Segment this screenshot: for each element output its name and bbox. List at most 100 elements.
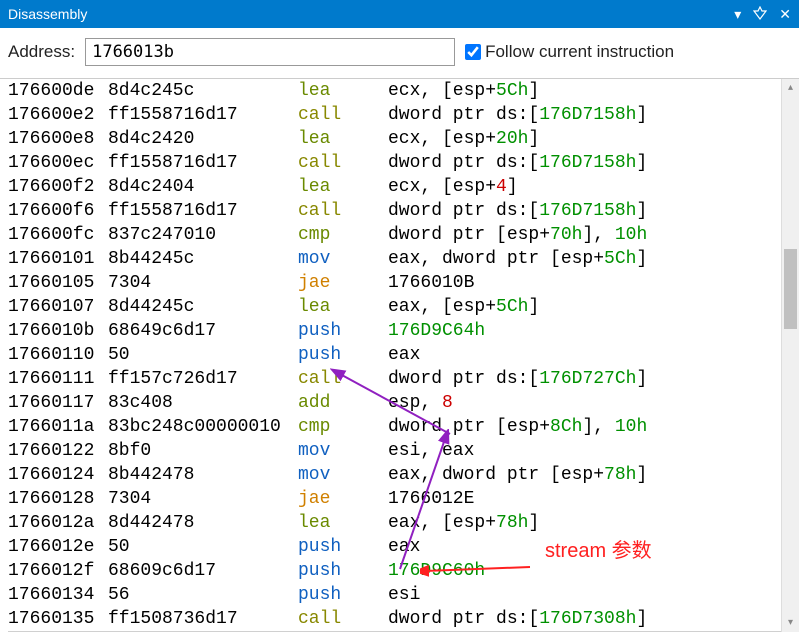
scroll-down-button[interactable]: ▾ [782,614,799,632]
bytes-cell: 8b44245c [108,247,298,271]
address-cell: 176600f6 [8,199,108,223]
address-cell: 17660117 [8,391,108,415]
bytes-cell: 8d4c245c [108,79,298,103]
bytes-cell: 68609c6d17 [108,559,298,583]
disasm-row[interactable]: 176601018b44245cmoveax, dword ptr [esp+5… [8,247,799,271]
disasm-row[interactable]: 1766011050pusheax [8,343,799,367]
disasm-row[interactable]: 176601057304jae1766010B [8,271,799,295]
mnemonic-cell: push [298,535,388,559]
titlebar: Disassembly ▾ ✕ [0,0,799,28]
operands-cell: 176D9C64h [388,319,799,343]
disasm-row[interactable]: 176600f28d4c2404leaecx, [esp+4] [8,175,799,199]
bytes-cell: ff1558716d17 [108,199,298,223]
vertical-scrollbar[interactable]: ▴ ▾ [781,79,799,632]
disasm-row[interactable]: 176601248b442478moveax, dword ptr [esp+7… [8,463,799,487]
operands-cell: esi, eax [388,439,799,463]
bytes-cell: ff1508736d17 [108,607,298,631]
disasm-row[interactable]: 1766013b8b8424a4000000moveax, dword ptr … [8,631,799,632]
address-cell: 17660128 [8,487,108,511]
mnemonic-cell: lea [298,175,388,199]
follow-checkbox-group[interactable]: Follow current instruction [465,42,674,62]
bytes-cell: 8b442478 [108,463,298,487]
disasm-row[interactable]: 176601078d44245cleaeax, [esp+5Ch] [8,295,799,319]
operands-cell: eax, dword ptr [esp+5Ch] [388,247,799,271]
mnemonic-cell: jae [298,487,388,511]
disasm-row[interactable]: 176600e2ff1558716d17calldword ptr ds:[17… [8,103,799,127]
mnemonic-cell: call [298,199,388,223]
address-cell: 17660134 [8,583,108,607]
toolbar: Address: Follow current instruction [0,28,799,79]
bytes-cell: 8d442478 [108,511,298,535]
disasm-row[interactable]: 1766011783c408addesp, 8 [8,391,799,415]
bytes-cell: 837c247010 [108,223,298,247]
address-label: Address: [8,42,75,62]
address-cell: 17660107 [8,295,108,319]
address-cell: 1766010b [8,319,108,343]
bytes-cell: 50 [108,535,298,559]
operands-cell: 1766010B [388,271,799,295]
disasm-row[interactable]: 1766011a83bc248c00000010cmpdword ptr [es… [8,415,799,439]
close-icon[interactable]: ✕ [779,6,791,23]
mnemonic-cell: cmp [298,415,388,439]
operands-cell: dword ptr ds:[176D7158h] [388,151,799,175]
mnemonic-cell: lea [298,127,388,151]
address-cell: 1766013b [8,631,108,632]
disasm-row[interactable]: 1766012f68609c6d17push176D9C60h [8,559,799,583]
disasm-row[interactable]: 1766010b68649c6d17push176D9C64h [8,319,799,343]
bytes-cell: 7304 [108,271,298,295]
mnemonic-cell: push [298,319,388,343]
disassembly-listing[interactable]: 176600de8d4c245cleaecx, [esp+5Ch]176600e… [0,79,799,632]
disasm-row[interactable]: 1766012a8d442478leaeax, [esp+78h] [8,511,799,535]
disasm-row[interactable]: 1766013456pushesi [8,583,799,607]
mnemonic-cell: add [298,391,388,415]
address-cell: 17660110 [8,343,108,367]
address-cell: 176600e2 [8,103,108,127]
scroll-thumb[interactable] [784,249,797,329]
disasm-row[interactable]: 176600de8d4c245cleaecx, [esp+5Ch] [8,79,799,103]
disasm-row[interactable]: 176600e88d4c2420leaecx, [esp+20h] [8,127,799,151]
bytes-cell: ff1558716d17 [108,103,298,127]
operands-cell: eax [388,535,799,559]
operands-cell: ecx, [esp+20h] [388,127,799,151]
bytes-cell: 83c408 [108,391,298,415]
disasm-row[interactable]: 176600fc837c247010cmpdword ptr [esp+70h]… [8,223,799,247]
mnemonic-cell: call [298,607,388,631]
dropdown-icon[interactable]: ▾ [734,6,741,23]
disasm-row[interactable]: 176600ecff1558716d17calldword ptr ds:[17… [8,151,799,175]
address-cell: 176600f2 [8,175,108,199]
disasm-row[interactable]: 17660111ff157c726d17calldword ptr ds:[17… [8,367,799,391]
scroll-up-button[interactable]: ▴ [782,79,799,97]
bytes-cell: 8d4c2420 [108,127,298,151]
disasm-row[interactable]: 176601228bf0movesi, eax [8,439,799,463]
bytes-cell: 8d44245c [108,295,298,319]
operands-cell: 176D9C60h [388,559,799,583]
mnemonic-cell: cmp [298,223,388,247]
pin-icon[interactable] [753,6,767,23]
window-actions: ▾ ✕ [734,6,791,23]
follow-checkbox[interactable] [465,44,481,60]
bytes-cell: 68649c6d17 [108,319,298,343]
bytes-cell: 56 [108,583,298,607]
address-cell: 17660135 [8,607,108,631]
disasm-row[interactable]: 176600f6ff1558716d17calldword ptr ds:[17… [8,199,799,223]
disasm-row[interactable]: 176601287304jae1766012E [8,487,799,511]
operands-cell: ecx, [esp+5Ch] [388,79,799,103]
address-cell: 17660105 [8,271,108,295]
operands-cell: dword ptr ds:[176D727Ch] [388,367,799,391]
address-input[interactable] [85,38,455,66]
mnemonic-cell: mov [298,439,388,463]
disasm-row[interactable]: 1766012e50pusheax [8,535,799,559]
mnemonic-cell: mov [298,463,388,487]
disasm-row[interactable]: 17660135ff1508736d17calldword ptr ds:[17… [8,607,799,631]
address-cell: 176600ec [8,151,108,175]
operands-cell: esp, 8 [388,391,799,415]
address-cell: 17660101 [8,247,108,271]
operands-cell: eax [388,343,799,367]
operands-cell: esi [388,583,799,607]
operands-cell: eax, [esp+78h] [388,511,799,535]
address-cell: 176600fc [8,223,108,247]
mnemonic-cell: call [298,151,388,175]
window-title: Disassembly [8,6,87,22]
bytes-cell: 50 [108,343,298,367]
address-cell: 1766012f [8,559,108,583]
